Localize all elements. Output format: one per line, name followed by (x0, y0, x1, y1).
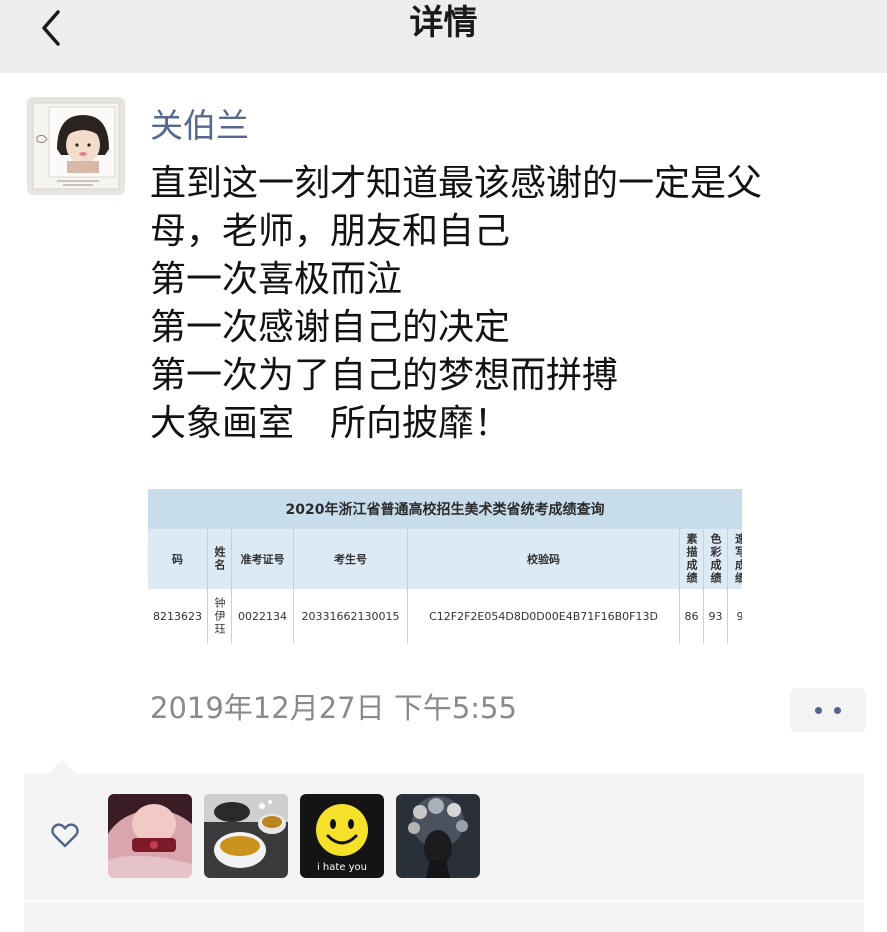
liker-avatar-image (108, 794, 192, 878)
table-title: 2020年浙江省普通高校招生美术类省统考成绩查询 (148, 489, 742, 529)
table-header-cell: 速写成绩 (733, 533, 743, 585)
like-avatar[interactable] (204, 794, 288, 878)
table-header-cell: 码 (148, 529, 208, 589)
more-dots-icon (834, 707, 841, 714)
table-header-cell: 素描成绩 (680, 529, 704, 589)
smiley-avatar-image: i hate you (300, 794, 384, 878)
more-dots-icon (815, 707, 822, 714)
table-cell: 93 (704, 589, 728, 643)
table-cell: 86 (680, 589, 704, 643)
table-header-cell: 色彩成绩 (704, 529, 728, 589)
like-avatar[interactable]: i hate you (300, 794, 384, 878)
table-cell: 0022134 (232, 589, 294, 643)
post-timestamp: 2019年12月27日 下午5:55 (150, 691, 517, 725)
table-header-cell: 考生号 (294, 529, 408, 589)
like-avatar[interactable] (108, 794, 192, 878)
post-text: 直到这一刻才知道最该感谢的一定是父 母，老师，朋友和自己 第一次喜极而泣 第一次… (150, 163, 763, 444)
table-cell: C12F2F2E054D8D0D00E4B71F16B0F13D (408, 589, 680, 643)
nav-bar: 详情 (0, 0, 887, 73)
avatar-image (27, 97, 125, 195)
table-header-cell: 准考证号 (232, 529, 294, 589)
table-row: 8213623 钟伊珏 0022134 20331662130015 C12F2… (148, 589, 742, 643)
table-header-cell: 姓名 (208, 529, 232, 589)
heart-outline-icon (51, 823, 79, 848)
page-title: 详情 (409, 3, 478, 43)
table-cell: 9 (736, 609, 743, 623)
liker-avatar-image (204, 794, 288, 878)
table-cell: 钟伊珏 (208, 589, 232, 643)
table-cell: 8213623 (148, 589, 208, 643)
table-cell: 20331662130015 (294, 589, 408, 643)
likes-panel-arrow (48, 760, 76, 774)
table-header-row: 码 姓名 准考证号 考生号 校验码 素描成绩 色彩成绩 速写成绩 (148, 529, 742, 589)
likes-panel: i hate you (24, 774, 864, 900)
score-table-image[interactable]: 2020年浙江省普通高校招生美术类省统考成绩查询 码 姓名 准考证号 考生号 校… (148, 489, 742, 654)
more-button[interactable] (790, 688, 866, 732)
author-avatar[interactable] (27, 97, 125, 195)
liker-avatar-image (396, 794, 480, 878)
table-header-cell: 校验码 (408, 529, 680, 589)
avatar-caption: i hate you (317, 862, 367, 873)
comments-area (24, 902, 864, 932)
author-name[interactable]: 关伯兰 (150, 106, 249, 146)
like-avatar[interactable] (396, 794, 480, 878)
